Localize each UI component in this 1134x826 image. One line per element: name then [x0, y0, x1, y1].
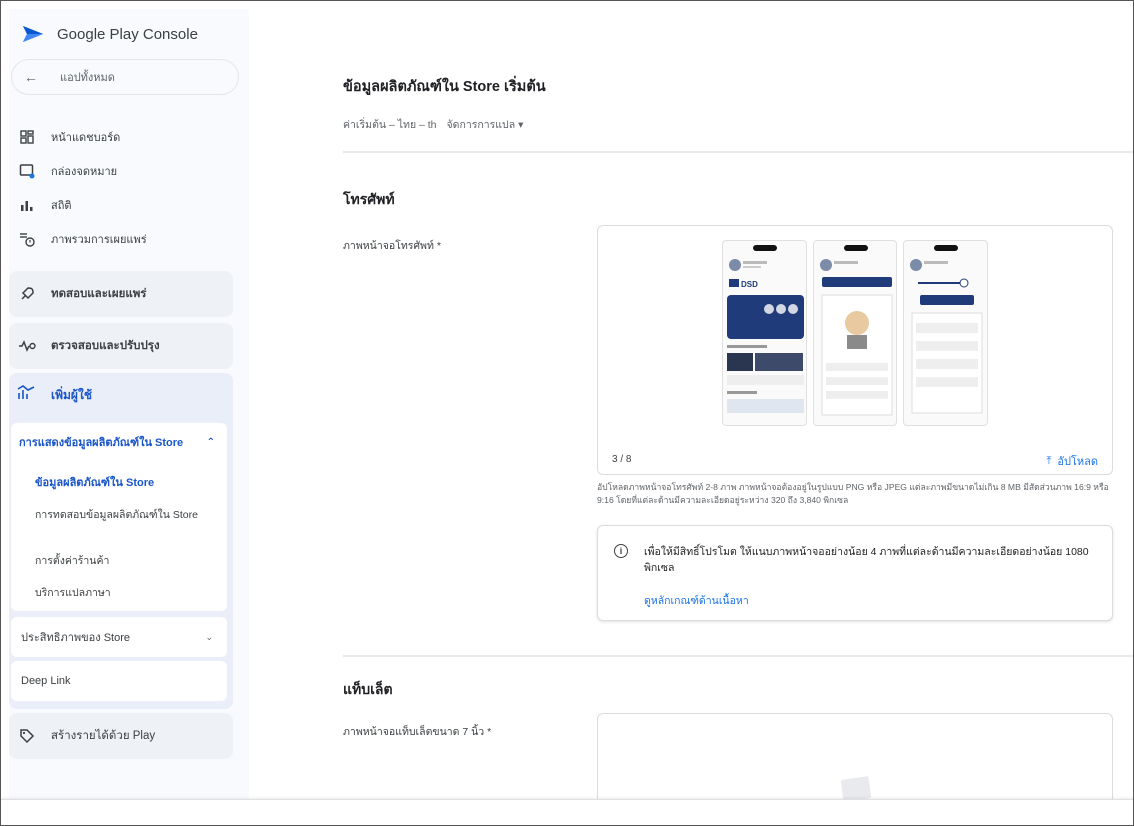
sidebar-item-statistics[interactable]: สถิติ [9, 191, 241, 219]
tablet-section-heading: แท็บเล็ต [343, 681, 393, 697]
screenshot-counter: 3 / 8 [612, 454, 632, 465]
sidebar-item-label: กล่องจดหมาย [51, 166, 118, 178]
manage-translations-dropdown[interactable]: จัดการการแปล ▾ [447, 116, 524, 133]
play-console-logo-icon [23, 26, 43, 42]
all-apps-label: แอปทั้งหมด [60, 72, 115, 84]
sidebar-section-grow[interactable]: เพิ่มผู้ใช้ [17, 381, 227, 409]
tablet-screenshots-label: ภาพหน้าจอแท็บเล็ตขนาด 7 นิ้ว * [343, 726, 492, 738]
chevron-up-icon: ⌃ [206, 436, 215, 448]
screenshot-thumbnail[interactable]: DSD [722, 240, 807, 426]
sidebar-item-store-settings[interactable]: การตั้งค่าร้านค้า [35, 553, 215, 569]
bar-chart-icon [17, 196, 37, 214]
publishing-overview-icon [17, 230, 37, 248]
page-title: ข้อมูลผลิตภัณฑ์ใน Store เริ่มต้น [343, 79, 546, 95]
language-row: ค่าเริ่มต้น – ไทย – th จัดการการแปล ▾ [343, 116, 523, 133]
main-content: ข้อมูลผลิตภัณฑ์ใน Store เริ่มต้น ค่าเริ่… [249, 59, 1133, 813]
upload-icon: ⤒ [1046, 454, 1052, 467]
sidebar-item-publishing-overview[interactable]: ภาพรวมการเผยแพร่ [9, 225, 241, 253]
tablet-screenshots-uploader[interactable] [597, 713, 1113, 813]
sidebar-section-label: ตรวจสอบและปรับปรุง [51, 340, 160, 352]
tag-icon [17, 727, 37, 745]
promotion-info-card: i เพื่อให้มีสิทธิ์โปรโมต ให้แนบภาพหน้าจอ… [597, 525, 1113, 621]
store-presence-title: การแสดงข้อมูลผลิตภัณฑ์ใน Store [19, 437, 184, 449]
store-presence-card: การแสดงข้อมูลผลิตภัณฑ์ใน Store ⌃ ข้อมูลผ… [11, 423, 227, 611]
divider [343, 151, 1133, 153]
sidebar-item-label: ภาพรวมการเผยแพร่ [51, 234, 147, 246]
phone-section-heading: โทรศัพท์ [343, 191, 395, 207]
content-guidelines-link[interactable]: ดูหลักเกณฑ์ด้านเนื้อหา [644, 592, 749, 609]
info-icon: i [614, 544, 628, 558]
sidebar-section-test-release[interactable]: ทดสอบและเผยแพร่ [9, 271, 233, 317]
sidebar-item-store-listing[interactable]: ข้อมูลผลิตภัณฑ์ใน Store [35, 475, 215, 491]
default-language-label: ค่าเริ่มต้น – ไทย – th [343, 119, 437, 131]
sidebar-group-grow: เพิ่มผู้ใช้ การแสดงข้อมูลผลิตภัณฑ์ใน Sto… [9, 373, 233, 709]
store-presence-toggle[interactable]: การแสดงข้อมูลผลิตภัณฑ์ใน Store ⌃ [19, 433, 215, 451]
promotion-info-text: เพื่อให้มีสิทธิ์โปรโมต ให้แนบภาพหน้าจออย… [644, 546, 1089, 574]
dropdown-arrow-icon: ▾ [518, 119, 524, 131]
brand-title[interactable]: Google Play Console [57, 26, 198, 43]
manage-translations-label: จัดการการแปล [446, 119, 516, 131]
sidebar-item-dashboard[interactable]: หน้าแดชบอร์ด [9, 123, 241, 151]
sidebar: ← แอปทั้งหมด หน้าแดชบอร์ด กล่องจดหมาย สถ… [9, 59, 249, 799]
store-performance-label: ประสิทธิภาพของ Store [21, 632, 131, 644]
screenshot-thumbnail[interactable] [812, 240, 898, 426]
dsd-logo-text: DSD [741, 280, 758, 289]
sidebar-item-store-performance[interactable]: ประสิทธิภาพของ Store ⌄ [11, 617, 227, 657]
phone-screenshots-label: ภาพหน้าจอโทรศัพท์ * [343, 240, 441, 252]
screenshot-thumbnail[interactable] [903, 240, 989, 426]
phone-screenshot-helper: อัปโหลดภาพหน้าจอโทรศัพท์ 2-8 ภาพ ภาพหน้า… [597, 482, 1109, 505]
monitor-icon [17, 337, 37, 355]
app-window: Google Play Console ← แอปทั้งหมด หน้าแดช… [0, 0, 1134, 826]
sidebar-section-label: ทดสอบและเผยแพร่ [51, 288, 147, 300]
sidebar-section-monetize[interactable]: สร้างรายได้ด้วย Play [9, 713, 233, 759]
upload-button[interactable]: ⤒ อัปโหลด [1046, 452, 1098, 470]
dashboard-icon [17, 128, 37, 146]
sidebar-item-label: หน้าแดชบอร์ด [51, 132, 121, 144]
sidebar-item-inbox[interactable]: กล่องจดหมาย [9, 157, 241, 185]
sidebar-section-label: เพิ่มผู้ใช้ [51, 387, 92, 402]
sidebar-section-monitor[interactable]: ตรวจสอบและปรับปรุง [9, 323, 233, 369]
sidebar-item-listing-experiments[interactable]: การทดสอบข้อมูลผลิตภัณฑ์ใน Store [35, 507, 215, 523]
sidebar-item-deep-link[interactable]: Deep Link [11, 661, 227, 701]
bottom-bar [1, 799, 1133, 825]
deep-link-label: Deep Link [21, 675, 71, 687]
sidebar-item-translation-service[interactable]: บริการแปลภาษา [35, 585, 215, 601]
upload-label: อัปโหลด [1057, 456, 1098, 468]
rocket-icon [17, 285, 37, 303]
header: Google Play Console [9, 9, 249, 59]
all-apps-button[interactable]: ← แอปทั้งหมด [11, 59, 239, 95]
grow-users-icon [17, 385, 37, 405]
chevron-down-icon: ⌄ [205, 631, 213, 642]
sidebar-item-label: สถิติ [51, 200, 72, 212]
screenshot-previews: DSD [722, 240, 989, 426]
divider [343, 655, 1133, 657]
inbox-icon [17, 162, 37, 180]
arrow-back-icon: ← [24, 69, 38, 85]
phone-screenshots-uploader[interactable]: DSD 3 / 8 ⤒ อัปโหลด [597, 225, 1113, 475]
sidebar-section-label: สร้างรายได้ด้วย Play [51, 730, 156, 742]
